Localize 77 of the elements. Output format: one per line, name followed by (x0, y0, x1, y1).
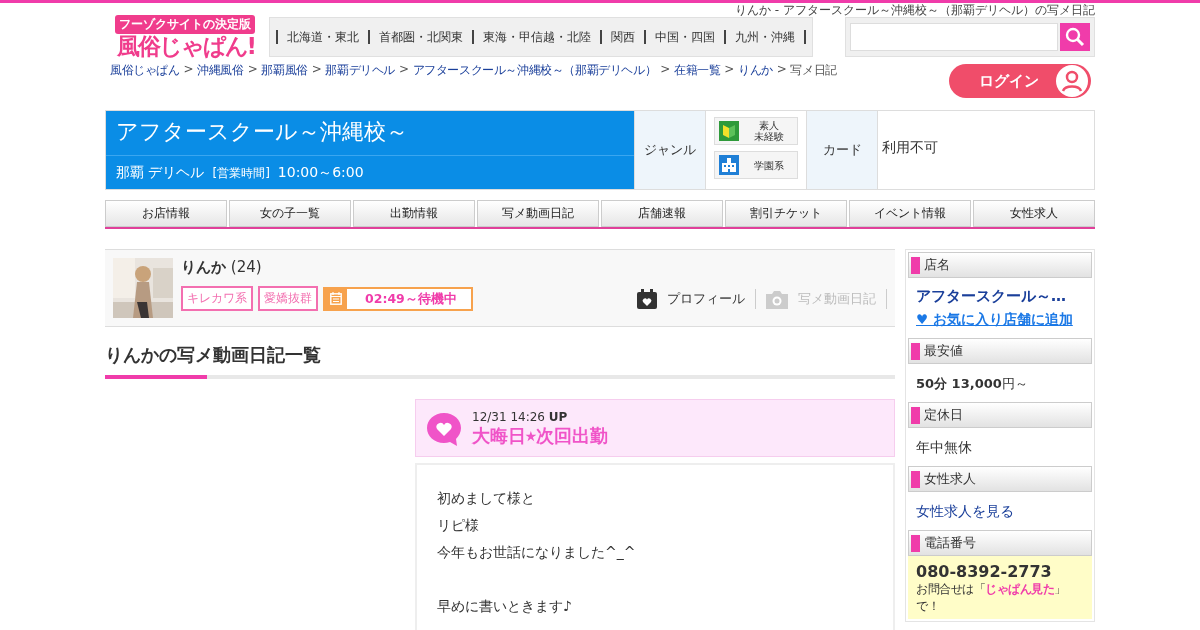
region-link[interactable]: 中国・四国 (644, 30, 724, 44)
breadcrumb-link[interactable]: りんか (738, 62, 773, 80)
breadcrumb-separator: > (724, 62, 734, 79)
shop-name: アフタースクール～沖縄校～ (106, 111, 634, 157)
breadcrumb-current: 写メ日記 (790, 62, 837, 80)
breadcrumb-separator: > (776, 62, 787, 79)
breadcrumb-link[interactable]: 沖縄風俗 (197, 62, 244, 80)
girl-name: りんか (181, 258, 226, 277)
school-building-icon (719, 155, 739, 176)
sidebar-heading: 最安値 (908, 338, 1092, 365)
section-title: りんかの写メ動画日記一覧 (105, 343, 322, 368)
nav-tab[interactable]: 写メ動画日記 (477, 200, 599, 228)
sidebar-heading: 女性求人 (908, 466, 1092, 493)
site-logo[interactable]: フーゾクサイトの決定版 風俗じゃぱん! (105, 15, 255, 59)
nav-tab[interactable]: 女性求人 (973, 200, 1095, 228)
favorite-link[interactable]: ♥ お気に入り店舗に追加 (916, 311, 1084, 330)
breadcrumb-link[interactable]: 那覇デリヘル (325, 62, 395, 80)
holiday-text: 年中無休 (916, 439, 972, 456)
shop-area: 那覇 デリヘル (116, 164, 205, 183)
nav-tab[interactable]: 店舗速報 (601, 200, 723, 228)
page-title: りんか - アフタースクール～沖縄校～（那覇デリヘル）の写メ日記 (734, 3, 1095, 17)
card-label: カード (806, 111, 878, 190)
business-hours: 10:00～6:00 (277, 164, 364, 183)
phone-note: お問合せは「じゃぱん見た」で！ (916, 581, 1067, 616)
nav-tab[interactable]: お店情報 (105, 200, 227, 228)
diary-text: 早めに書いときます♪ (437, 597, 573, 617)
search-icon (1065, 27, 1085, 47)
hours-label: [営業時間] (212, 165, 270, 183)
diary-title: 大晦日⭑次回出勤 (472, 424, 608, 449)
region-link[interactable]: 東海・甲信越・北陸 (472, 30, 600, 44)
nav-tab[interactable]: 女の子一覧 (229, 200, 351, 228)
calendar-icon (330, 292, 342, 306)
genre-name: 素人 未経験 (753, 120, 785, 143)
region-link[interactable]: 北海道・東北 (276, 30, 368, 44)
breadcrumb-separator: > (311, 62, 322, 79)
breadcrumb-link[interactable]: 風俗じゃぱん (110, 62, 180, 80)
breadcrumb-separator: > (247, 62, 258, 79)
trait-tag: 愛嬌抜群 (258, 286, 318, 312)
beginner-mark-icon (719, 121, 739, 142)
user-icon (1055, 64, 1089, 99)
post-time: 14:26 (510, 410, 545, 425)
search-button[interactable] (1060, 23, 1090, 51)
breadcrumb-link[interactable]: アフタースクール～沖縄校～（那覇デリヘル） (412, 62, 657, 80)
card-value: 利用不可 (881, 138, 939, 158)
breadcrumb-link[interactable]: 那覇風俗 (261, 62, 308, 80)
profile-link[interactable]: プロフィール (627, 288, 756, 309)
up-label: UP (548, 410, 568, 425)
status-badge: 02:49～待機中 (323, 286, 473, 311)
breadcrumb-separator: > (660, 62, 670, 79)
diary-text: リピ様 (437, 516, 480, 536)
sidebar-heading: 電話番号 (908, 530, 1092, 557)
genre-label: ジャンル (634, 111, 706, 190)
girl-age: (24) (230, 258, 262, 277)
breadcrumb-separator: > (183, 62, 194, 79)
lowest-price: 50分 13,000円～ (916, 376, 1028, 392)
trait-tag: キレカワ系 (181, 286, 253, 312)
sidebar-heading: 定休日 (908, 402, 1092, 429)
phone-number: 080-8392-2773 (916, 562, 1053, 582)
login-button[interactable]: ログイン (949, 64, 1091, 99)
breadcrumb-link[interactable]: 在籍一覧 (673, 62, 721, 80)
sidebar-heading: 店名 (908, 252, 1092, 279)
search-field[interactable] (850, 23, 1058, 51)
camera-icon (766, 288, 788, 309)
post-date: 12/31 (472, 410, 507, 425)
region-link[interactable]: 九州・沖縄 (724, 30, 806, 44)
breadcrumb-separator: > (399, 62, 409, 79)
diary-text: 今年もお世話になりました^_^ (437, 543, 637, 563)
diary-text: 初めまして様と (437, 489, 536, 509)
region-link[interactable]: 関西 (600, 30, 644, 44)
region-link[interactable]: 首都圏・北関東 (368, 30, 472, 44)
heart-bubble-icon (426, 411, 462, 448)
nav-tab[interactable]: 割引チケット (725, 200, 847, 228)
nav-tab[interactable]: イベント情報 (849, 200, 971, 228)
genre-name: 学園系 (753, 159, 785, 171)
recruit-link[interactable]: 女性求人を見る (916, 503, 1014, 520)
shop-name-link[interactable]: アフタースクール～… (916, 287, 1084, 307)
nav-tab[interactable]: 出勤情報 (353, 200, 475, 228)
